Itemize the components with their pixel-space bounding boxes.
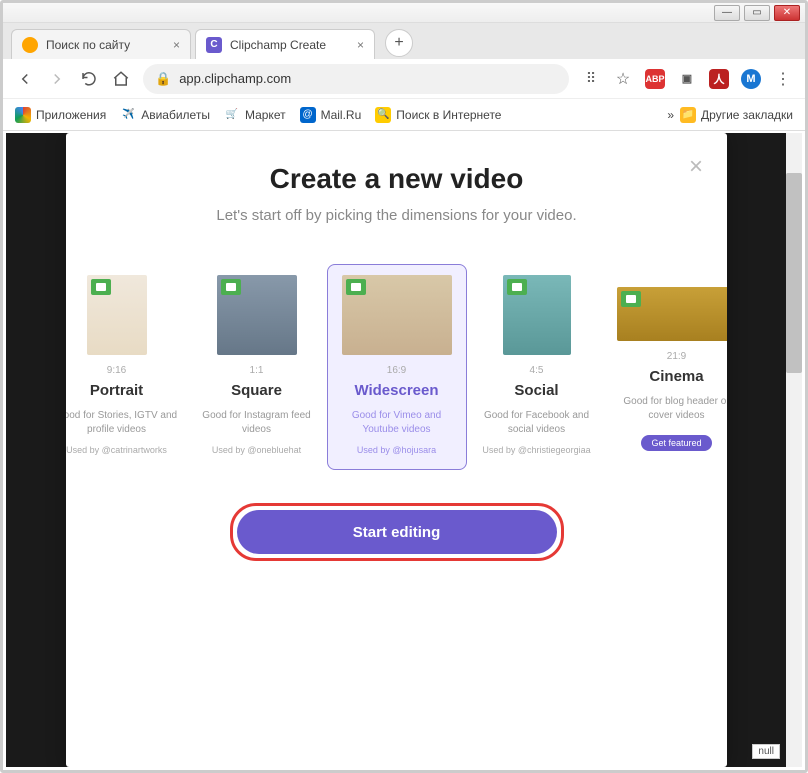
dimension-credit: Used by @onebluehat: [196, 445, 318, 455]
aspect-ratio: 4:5: [476, 365, 598, 376]
home-button[interactable]: [111, 69, 131, 89]
dimension-thumbnail: [503, 275, 571, 355]
dimension-credit: Used by @catrinartworks: [66, 445, 178, 455]
close-tab-icon[interactable]: ×: [357, 38, 364, 52]
apps-bookmark[interactable]: Приложения: [15, 107, 106, 123]
url-input[interactable]: 🔒 app.clipchamp.com: [143, 64, 569, 94]
close-tab-icon[interactable]: ×: [173, 38, 180, 52]
dimension-name: Cinema: [616, 368, 728, 385]
new-tab-button[interactable]: +: [385, 29, 413, 57]
cast-extension-icon[interactable]: ▣: [677, 69, 697, 89]
profile-avatar[interactable]: M: [741, 69, 761, 89]
dimensions-row: 9:16 Portrait Good for Stories, IGTV and…: [66, 264, 727, 470]
dimension-name: Social: [476, 382, 598, 399]
dimension-desc: Good for blog header or cover videos: [616, 395, 728, 423]
bookmark-item[interactable]: ✈️Авиабилеты: [120, 107, 210, 123]
dimension-credit: Used by @hojusara: [336, 445, 458, 455]
dimension-desc: Good for Facebook and social videos: [476, 409, 598, 437]
aspect-ratio: 21:9: [616, 351, 728, 362]
template-badge-icon: [91, 279, 111, 295]
modal-title: Create a new video: [66, 163, 727, 195]
bookmark-item[interactable]: 🛒Маркет: [224, 107, 286, 123]
dimension-thumbnail: [217, 275, 297, 355]
aspect-ratio: 1:1: [196, 365, 318, 376]
aspect-ratio: 16:9: [336, 365, 458, 376]
bookmarks-overflow[interactable]: »: [667, 108, 674, 122]
menu-button[interactable]: ⋮: [773, 69, 793, 89]
forward-button[interactable]: [47, 69, 67, 89]
back-button[interactable]: [15, 69, 35, 89]
dimension-name: Portrait: [66, 382, 178, 399]
maximize-button[interactable]: ▭: [744, 5, 770, 21]
pdf-extension-icon[interactable]: 人: [709, 69, 729, 89]
url-text: app.clipchamp.com: [179, 71, 291, 86]
lock-icon: 🔒: [155, 71, 171, 87]
template-badge-icon: [346, 279, 366, 295]
null-tooltip: null: [752, 744, 780, 759]
address-bar: 🔒 app.clipchamp.com ⠿ ☆ ABP ▣ 人 M ⋮: [3, 59, 805, 99]
annotation-highlight: [230, 503, 564, 561]
create-video-modal: × Create a new video Let's start off by …: [66, 133, 727, 767]
aspect-ratio: 9:16: [66, 365, 178, 376]
tab-title: Clipchamp Create: [230, 38, 326, 52]
scrollbar-thumb[interactable]: [786, 173, 802, 373]
dimension-card-square[interactable]: 1:1 Square Good for Instagram feed video…: [187, 264, 327, 470]
template-badge-icon: [221, 279, 241, 295]
dimension-card-social[interactable]: 4:5 Social Good for Facebook and social …: [467, 264, 607, 470]
window-title-bar: — ▭ ✕: [3, 3, 805, 23]
favicon: [22, 37, 38, 53]
dimension-name: Widescreen: [336, 382, 458, 399]
bookmark-item[interactable]: @Mail.Ru: [300, 107, 362, 123]
template-badge-icon: [507, 279, 527, 295]
tab-title: Поиск по сайту: [46, 38, 130, 52]
page-content: × Create a new video Let's start off by …: [6, 133, 802, 767]
tab-strip: Поиск по сайту × C Clipchamp Create × +: [3, 23, 805, 59]
reload-button[interactable]: [79, 69, 99, 89]
other-bookmarks[interactable]: 📁Другие закладки: [680, 107, 793, 123]
browser-tab[interactable]: Поиск по сайту ×: [11, 29, 191, 59]
dimension-desc: Good for Vimeo and Youtube videos: [336, 409, 458, 437]
dimension-card-widescreen-selected[interactable]: 16:9 Widescreen Good for Vimeo and Youtu…: [327, 264, 467, 470]
bookmark-item[interactable]: 🔍Поиск в Интернете: [375, 107, 501, 123]
modal-close-button[interactable]: ×: [689, 153, 703, 181]
dimension-card-cinema[interactable]: 21:9 Cinema Good for blog header or cove…: [607, 264, 728, 470]
favicon: C: [206, 37, 222, 53]
dimension-credit: Used by @christiegeorgiaa: [476, 445, 598, 455]
dimension-thumbnail: [87, 275, 147, 355]
dimension-thumbnail: [342, 275, 452, 355]
translate-icon[interactable]: ⠿: [581, 69, 601, 89]
modal-subtitle: Let's start off by picking the dimension…: [66, 207, 727, 224]
dimension-desc: Good for Stories, IGTV and profile video…: [66, 409, 178, 437]
close-window-button[interactable]: ✕: [774, 5, 800, 21]
browser-tab-active[interactable]: C Clipchamp Create ×: [195, 29, 375, 59]
template-badge-icon: [621, 291, 641, 307]
dimension-desc: Good for Instagram feed videos: [196, 409, 318, 437]
dimension-name: Square: [196, 382, 318, 399]
minimize-button[interactable]: —: [714, 5, 740, 21]
get-featured-button[interactable]: Get featured: [641, 435, 711, 451]
bookmark-star-icon[interactable]: ☆: [613, 69, 633, 89]
bookmarks-bar: Приложения ✈️Авиабилеты 🛒Маркет @Mail.Ru…: [3, 99, 805, 131]
dimension-thumbnail: [617, 287, 728, 341]
dimension-card-portrait[interactable]: 9:16 Portrait Good for Stories, IGTV and…: [66, 264, 187, 470]
adblock-extension-icon[interactable]: ABP: [645, 69, 665, 89]
